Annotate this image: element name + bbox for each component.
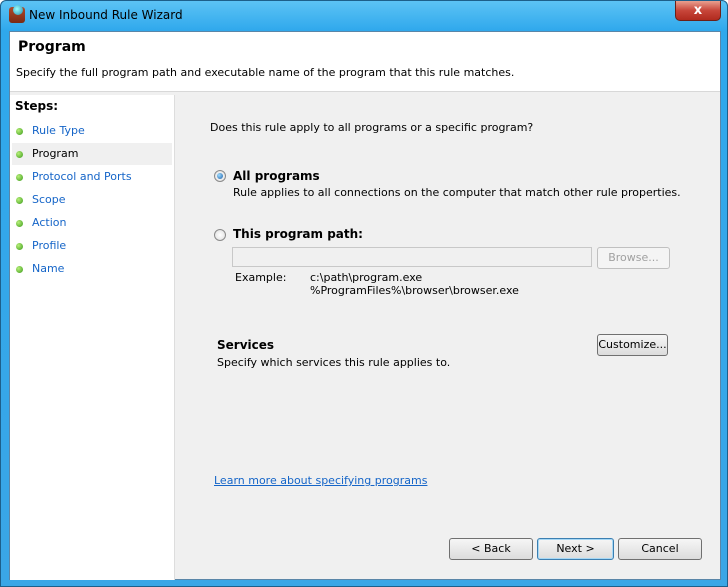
browse-button[interactable]: Browse...	[597, 247, 670, 269]
services-title: Services	[217, 338, 275, 352]
all-programs-description: Rule applies to all connections on the c…	[233, 186, 681, 199]
client-area: Program Specify the full program path an…	[9, 31, 721, 580]
step-label: Program	[32, 147, 79, 160]
learn-more-link[interactable]: Learn more about specifying programs	[214, 474, 427, 487]
step-action[interactable]: Action	[12, 212, 172, 234]
step-label: Profile	[32, 239, 67, 252]
program-path-radio[interactable]	[214, 229, 226, 241]
step-name[interactable]: Name	[12, 258, 172, 280]
steps-heading: Steps:	[15, 99, 59, 113]
step-rule-type[interactable]: Rule Type	[12, 120, 172, 142]
window-title: New Inbound Rule Wizard	[29, 8, 183, 22]
cancel-button[interactable]: Cancel	[618, 538, 702, 560]
close-button[interactable]: x	[675, 1, 721, 21]
next-button[interactable]: Next >	[537, 538, 614, 560]
wizard-window: New Inbound Rule Wizard x Program Specif…	[0, 0, 728, 587]
example-label: Example:	[235, 271, 287, 284]
example-line-2: %ProgramFiles%\browser\browser.exe	[310, 284, 519, 297]
status-dot-icon	[16, 243, 23, 250]
step-label: Name	[32, 262, 65, 275]
step-label: Action	[32, 216, 67, 229]
customize-button[interactable]: Customize...	[597, 334, 668, 356]
status-dot-icon	[16, 151, 23, 158]
status-dot-icon	[16, 220, 23, 227]
program-path-label[interactable]: This program path:	[233, 227, 363, 241]
status-dot-icon	[16, 128, 23, 135]
all-programs-label[interactable]: All programs	[233, 169, 320, 183]
page-subtitle: Specify the full program path and execut…	[16, 66, 515, 79]
back-button[interactable]: < Back	[449, 538, 533, 560]
step-label: Protocol and Ports	[32, 170, 132, 183]
status-dot-icon	[16, 174, 23, 181]
page-title: Program	[18, 39, 86, 55]
example-line-1: c:\path\program.exe	[310, 271, 423, 284]
status-dot-icon	[16, 197, 23, 204]
step-program[interactable]: Program	[12, 143, 172, 165]
program-path-input[interactable]	[232, 247, 592, 267]
wizard-header: Program Specify the full program path an…	[10, 32, 720, 92]
step-protocol-ports[interactable]: Protocol and Ports	[12, 166, 172, 188]
question-text: Does this rule apply to all programs or …	[210, 121, 534, 134]
step-label: Rule Type	[32, 124, 85, 137]
steps-sidebar: Steps: Rule Type Program Protocol and Po…	[10, 95, 175, 580]
firewall-icon	[9, 5, 25, 23]
step-scope[interactable]: Scope	[12, 189, 172, 211]
status-dot-icon	[16, 266, 23, 273]
step-label: Scope	[32, 193, 66, 206]
all-programs-radio[interactable]	[214, 170, 226, 182]
services-description: Specify which services this rule applies…	[217, 356, 451, 369]
step-profile[interactable]: Profile	[12, 235, 172, 257]
